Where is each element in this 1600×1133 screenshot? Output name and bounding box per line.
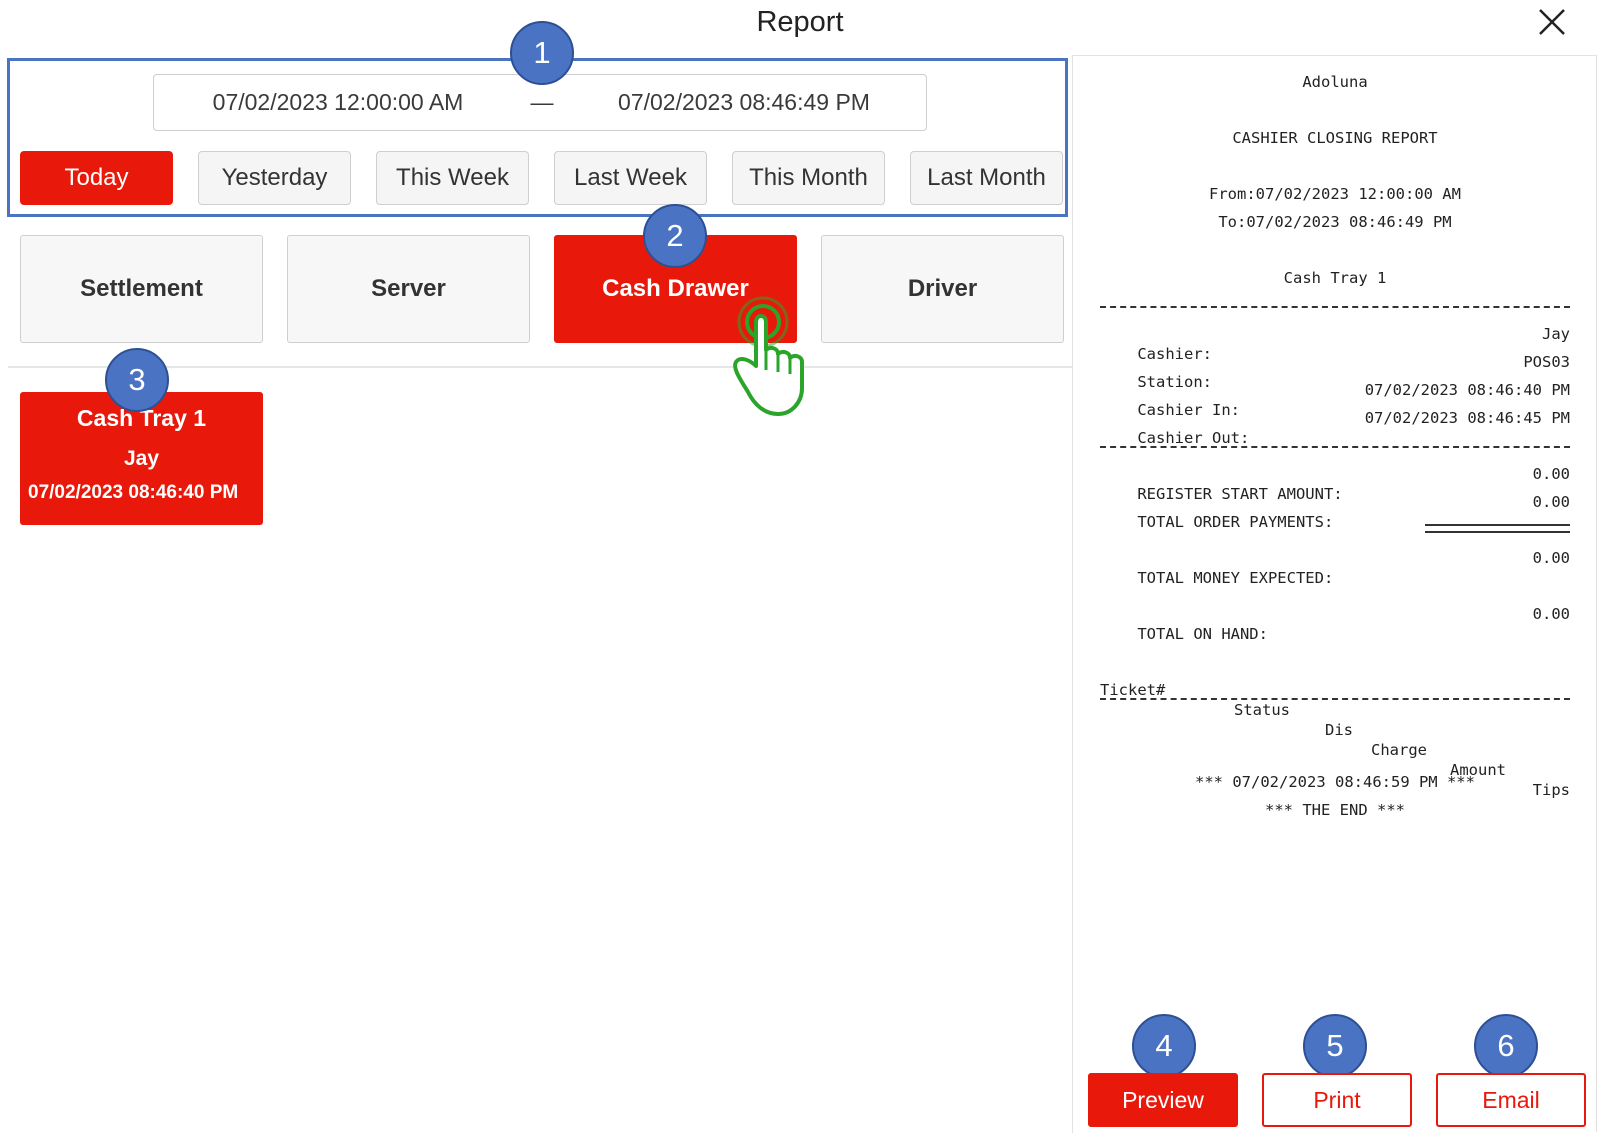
receipt-expected-row: TOTAL MONEY EXPECTED: 0.00 <box>1100 548 1570 587</box>
receipt-expected-label: TOTAL MONEY EXPECTED: <box>1137 569 1334 587</box>
page-title: Report <box>756 6 844 38</box>
preset-last-month-button[interactable]: Last Month <box>910 151 1063 205</box>
receipt-start-value: 0.00 <box>1532 465 1570 483</box>
date-range-from[interactable]: 07/02/2023 12:00:00 AM <box>154 75 522 130</box>
receipt-cashier-out-value: 07/02/2023 08:46:45 PM <box>1364 409 1570 427</box>
cash-tray-card[interactable]: Cash Tray 1 Jay 07/02/2023 08:46:40 PM <box>20 392 263 525</box>
receipt-onhand-row: TOTAL ON HAND: 0.00 <box>1100 604 1570 643</box>
preset-this-week-button[interactable]: This Week <box>376 151 529 205</box>
print-button[interactable]: Print <box>1262 1073 1412 1127</box>
email-button[interactable]: Email <box>1436 1073 1586 1127</box>
tray-time: 07/02/2023 08:46:40 PM <box>28 482 239 503</box>
receipt-cashier-out-label: Cashier Out: <box>1137 429 1250 447</box>
receipt-payments-row: TOTAL ORDER PAYMENTS: 0.00 <box>1100 492 1570 531</box>
receipt-payments-value: 0.00 <box>1532 493 1570 511</box>
receipt-col-charge: Charge <box>1371 741 1427 759</box>
preset-this-month-button[interactable]: This Month <box>732 151 885 205</box>
divider <box>8 366 1072 368</box>
report-type-server[interactable]: Server <box>287 235 530 343</box>
receipt-cashier-in-row: Cashier In: 07/02/2023 08:46:40 PM <box>1100 380 1570 419</box>
receipt-cashier-value: Jay <box>1542 325 1570 343</box>
step-badge-2: 2 <box>643 204 707 268</box>
receipt-from: From:07/02/2023 12:00:00 AM <box>1209 185 1461 203</box>
step-badge-5: 5 <box>1303 1014 1367 1078</box>
receipt-separator <box>1100 698 1570 700</box>
receipt-expected-value: 0.00 <box>1532 549 1570 567</box>
receipt-onhand-value: 0.00 <box>1532 605 1570 623</box>
tray-cashier: Jay <box>123 447 160 470</box>
receipt-cashier-row: Cashier: Jay <box>1100 324 1570 363</box>
preset-last-week-button[interactable]: Last Week <box>554 151 707 205</box>
receipt-column-headers: Ticket# Status Dis Charge Amount Tips <box>1100 660 1570 799</box>
receipt-to: To:07/02/2023 08:46:49 PM <box>1218 213 1452 231</box>
receipt-separator <box>1100 306 1570 308</box>
receipt-cashier-in-value: 07/02/2023 08:46:40 PM <box>1364 381 1570 399</box>
receipt-title: CASHIER CLOSING REPORT <box>1232 129 1438 147</box>
receipt-col-dis: Dis <box>1325 721 1353 739</box>
receipt-total-rule <box>1425 524 1570 533</box>
close-icon[interactable] <box>1534 4 1570 40</box>
receipt-start-row: REGISTER START AMOUNT: 0.00 <box>1100 464 1570 503</box>
receipt-cashier-out-row: Cashier Out: 07/02/2023 08:46:45 PM <box>1100 408 1570 447</box>
receipt-col-ticket: Ticket# <box>1100 681 1166 699</box>
receipt-station-value: POS03 <box>1523 353 1570 371</box>
receipt-onhand-label: TOTAL ON HAND: <box>1137 625 1268 643</box>
report-type-settlement[interactable]: Settlement <box>20 235 263 343</box>
tap-hand-icon <box>733 296 804 416</box>
receipt-end: *** THE END *** <box>1265 801 1405 819</box>
step-badge-1: 1 <box>510 21 574 85</box>
report-type-driver[interactable]: Driver <box>821 235 1064 343</box>
receipt-station-row: Station: POS03 <box>1100 352 1570 391</box>
step-badge-4: 4 <box>1132 1014 1196 1078</box>
step-badge-6: 6 <box>1474 1014 1538 1078</box>
preset-yesterday-button[interactable]: Yesterday <box>198 151 351 205</box>
receipt-separator <box>1100 446 1570 448</box>
preset-today-button[interactable]: Today <box>20 151 173 205</box>
receipt-store: Adoluna <box>1302 73 1368 91</box>
receipt-col-status: Status <box>1234 701 1290 719</box>
preview-button[interactable]: Preview <box>1088 1073 1238 1127</box>
step-badge-3: 3 <box>105 348 169 412</box>
receipt-payments-label: TOTAL ORDER PAYMENTS: <box>1137 513 1334 531</box>
receipt-timestamp: *** 07/02/2023 08:46:59 PM *** <box>1195 773 1475 791</box>
date-range-to[interactable]: 07/02/2023 08:46:49 PM <box>562 75 926 130</box>
receipt-tray: Cash Tray 1 <box>1283 269 1387 287</box>
pane-border <box>1596 55 1597 1132</box>
